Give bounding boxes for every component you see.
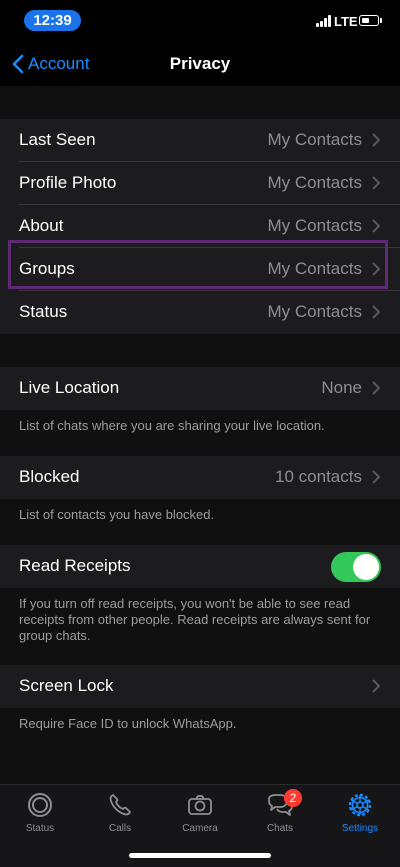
- battery-icon: [359, 15, 379, 26]
- setting-label: About: [19, 216, 64, 235]
- chevron-right-icon: [372, 219, 380, 233]
- chevron-right-icon: [372, 470, 380, 484]
- settings-list: Last Seen My Contacts Profile Photo My C…: [0, 86, 400, 784]
- tab-label: Settings: [341, 823, 379, 834]
- setting-label: Blocked: [19, 467, 80, 486]
- setting-value: My Contacts: [267, 302, 362, 321]
- status-icon: [28, 793, 52, 817]
- setting-value: 10 contacts: [275, 467, 362, 486]
- setting-label: Profile Photo: [19, 173, 117, 192]
- setting-value: My Contacts: [267, 216, 362, 235]
- setting-row-blocked[interactable]: Blocked 10 contacts: [0, 456, 400, 499]
- setting-label: Read Receipts: [19, 556, 131, 575]
- read-receipts-group: Read Receipts: [0, 545, 400, 588]
- chevron-right-icon: [372, 133, 380, 147]
- setting-row-screen-lock[interactable]: Screen Lock: [0, 665, 400, 708]
- tab-label: Camera: [182, 823, 218, 834]
- chevron-right-icon: [372, 305, 380, 319]
- screen-lock-footer: Require Face ID to unlock WhatsApp.: [19, 716, 237, 731]
- setting-row-live-location[interactable]: Live Location None: [0, 367, 400, 410]
- visibility-settings-group: Last Seen My Contacts Profile Photo My C…: [0, 119, 400, 334]
- setting-label: Live Location: [19, 378, 120, 397]
- chevron-right-icon: [372, 176, 380, 190]
- unread-badge: 2: [284, 789, 302, 807]
- tab-label: Status: [25, 823, 55, 834]
- read-receipts-toggle[interactable]: [331, 552, 381, 582]
- chevron-right-icon: [372, 381, 380, 395]
- setting-row-last-seen[interactable]: Last Seen My Contacts: [0, 119, 400, 162]
- status-time: 12:39: [24, 10, 81, 31]
- setting-label: Last Seen: [19, 130, 96, 149]
- tab-settings[interactable]: Settings: [320, 791, 400, 834]
- tab-label: Chats: [266, 823, 294, 834]
- blocked-group: Blocked 10 contacts: [0, 456, 400, 499]
- phone-icon: [109, 794, 131, 816]
- tab-chats[interactable]: 2 Chats: [240, 789, 320, 834]
- setting-row-profile-photo[interactable]: Profile Photo My Contacts: [0, 162, 400, 205]
- setting-value: My Contacts: [267, 173, 362, 192]
- tab-calls[interactable]: Calls: [80, 791, 160, 834]
- setting-label: Screen Lock: [19, 676, 114, 695]
- home-indicator[interactable]: [129, 853, 271, 858]
- camera-icon: [188, 795, 212, 815]
- signal-strength-icon: [316, 15, 332, 27]
- blocked-footer: List of contacts you have blocked.: [19, 507, 215, 522]
- tab-camera[interactable]: Camera: [160, 791, 240, 834]
- network-type: LTE: [334, 14, 358, 29]
- gear-icon: [348, 793, 372, 817]
- live-location-group: Live Location None: [0, 367, 400, 410]
- tab-label: Calls: [108, 823, 132, 834]
- setting-value: My Contacts: [267, 130, 362, 149]
- read-receipts-footer: If you turn off read receipts, you won't…: [19, 596, 371, 643]
- setting-label: Status: [19, 302, 68, 321]
- page-title: Privacy: [169, 54, 231, 73]
- live-location-footer: List of chats where you are sharing your…: [19, 418, 325, 433]
- chevron-right-icon: [372, 679, 380, 693]
- setting-row-status[interactable]: Status My Contacts: [0, 291, 400, 334]
- setting-row-read-receipts: Read Receipts: [0, 545, 400, 588]
- navigation-bar: Account Privacy: [0, 42, 400, 86]
- groups-highlight-box: [8, 240, 388, 289]
- tab-status[interactable]: Status: [0, 791, 80, 834]
- status-bar: 12:39 LTE: [0, 0, 400, 42]
- setting-value: None: [321, 378, 362, 397]
- screen-lock-group: Screen Lock: [0, 665, 400, 708]
